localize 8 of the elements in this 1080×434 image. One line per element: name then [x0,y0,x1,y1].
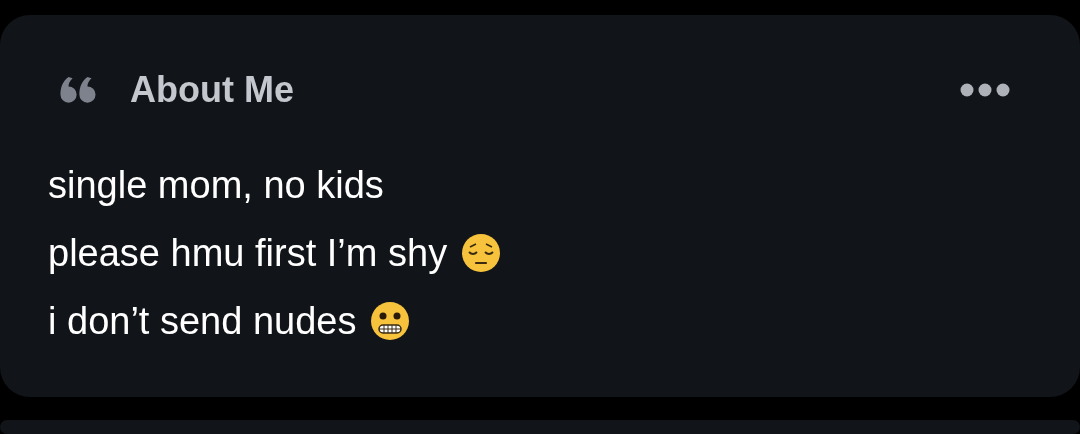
bio-text: i don’t send nudes [48,299,357,343]
more-options-icon[interactable] [960,83,1010,97]
section-title: About Me [130,69,294,111]
sad-face-icon [461,233,502,273]
grimacing-face-icon [370,301,411,341]
bio-text: single mom, no kids [48,163,384,207]
bio-text: please hmu first I’m shy [48,231,448,275]
quote-icon [60,76,96,104]
